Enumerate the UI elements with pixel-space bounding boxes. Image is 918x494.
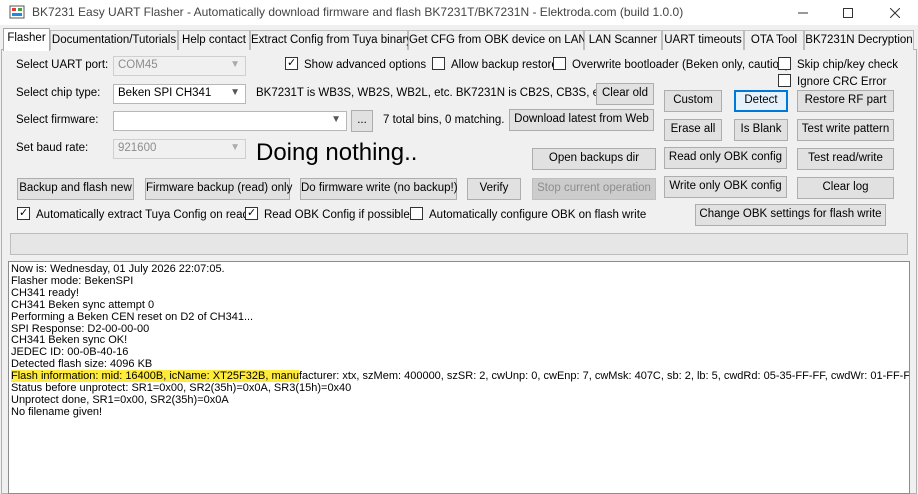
is-blank-button[interactable]: Is Blank	[734, 119, 788, 141]
checkbox-icon	[778, 74, 791, 87]
read-obk-config-button[interactable]: Read only OBK config	[664, 147, 787, 169]
title-bar: BK7231 Easy UART Flasher - Automatically…	[0, 0, 918, 25]
checkbox-icon	[17, 207, 30, 220]
chip-type-select[interactable]: Beken SPI CH341 ▼	[113, 84, 246, 104]
checkbox-icon	[245, 207, 258, 220]
log-line: CH341 ready!	[11, 286, 79, 299]
tab-flasher[interactable]: Flasher	[3, 28, 50, 51]
checkbox-label: Automatically configure OBK on flash wri…	[429, 209, 647, 221]
checkbox-icon	[778, 57, 791, 70]
custom-button[interactable]: Custom	[664, 90, 722, 112]
checkbox-label: Overwrite bootloader (Beken only, cautio…	[572, 59, 790, 71]
status-text: Doing nothing..	[256, 139, 418, 166]
test-read-write-button[interactable]: Test read/write	[797, 148, 894, 170]
window-title: BK7231 Easy UART Flasher - Automatically…	[32, 5, 684, 19]
firmware-label: Select firmware:	[16, 114, 99, 126]
uart-port-value: COM45	[118, 59, 158, 71]
read-obk-config-checkbox[interactable]: Read OBK Config if possible	[245, 207, 410, 221]
tab-documentation[interactable]: Documentation/Tutorials	[50, 30, 178, 50]
detect-button[interactable]: Detect	[734, 90, 788, 112]
verify-button[interactable]: Verify	[467, 178, 521, 200]
auto-extract-checkbox[interactable]: Automatically extract Tuya Config on rea…	[17, 207, 249, 221]
chip-type-label: Select chip type:	[16, 87, 101, 99]
checkbox-label: Show advanced options	[304, 59, 427, 71]
checkbox-label: Ignore CRC Error	[797, 76, 887, 88]
ignore-crc-checkbox[interactable]: Ignore CRC Error	[778, 74, 886, 88]
checkbox-label: Read OBK Config if possible	[264, 209, 410, 221]
checkbox-icon	[285, 57, 298, 70]
overwrite-bootloader-checkbox[interactable]: Overwrite bootloader (Beken only, cautio…	[553, 57, 789, 71]
chip-type-value: Beken SPI CH341	[118, 87, 212, 99]
browse-button[interactable]: ...	[351, 110, 373, 132]
log-line: Performing a Beken CEN reset on D2 of CH…	[11, 310, 254, 323]
checkbox-label: Automatically extract Tuya Config on rea…	[36, 209, 249, 221]
close-button[interactable]	[872, 0, 918, 25]
uart-port-select[interactable]: COM45 ▼	[113, 56, 246, 76]
log-line: Now is: Wednesday, 01 July 2026 22:07:05…	[11, 263, 225, 275]
auto-configure-checkbox[interactable]: Automatically configure OBK on flash wri…	[410, 207, 646, 221]
open-backups-button[interactable]: Open backups dir	[532, 148, 656, 170]
tab-uart-timeouts[interactable]: UART timeouts	[662, 30, 744, 50]
download-latest-button[interactable]: Download latest from Web	[509, 109, 654, 131]
bins-info-text: 7 total bins, 0 matching.	[383, 114, 505, 126]
write-obk-config-button[interactable]: Write only OBK config	[664, 176, 787, 198]
uart-port-label: Select UART port:	[16, 59, 109, 71]
tab-ota-tool[interactable]: OTA Tool	[744, 30, 804, 50]
tab-strip: Flasher Documentation/Tutorials Help con…	[0, 28, 918, 51]
log-text: facturer: xtx, szMem: 400000, szSR: 2, c…	[298, 370, 910, 383]
progress-bar	[10, 233, 908, 255]
tab-extract-config[interactable]: Extract Config from Tuya binary	[250, 30, 412, 50]
change-obk-settings-button[interactable]: Change OBK settings for flash write	[695, 204, 886, 226]
baud-rate-label: Set baud rate:	[16, 142, 89, 154]
tab-bk7231n-decryption[interactable]: BK7231N Decryption	[804, 30, 914, 50]
log-line: CH341 Beken sync OK!	[11, 334, 128, 347]
tab-help-contact[interactable]: Help contact	[178, 30, 250, 50]
baud-rate-select[interactable]: 921600 ▼	[113, 139, 246, 159]
checkbox-icon	[553, 57, 566, 70]
log-highlight: Flash information: mid: 16400B, icName: …	[11, 370, 299, 383]
log-output[interactable]: Now is: Wednesday, 01 July 2026 22:07:05…	[8, 261, 910, 494]
log-line: No filename given!	[11, 405, 103, 418]
firmware-backup-button[interactable]: Firmware backup (read) only	[145, 178, 292, 200]
restore-rf-button[interactable]: Restore RF part	[797, 90, 894, 112]
tab-get-cfg-obk[interactable]: Get CFG from OBK device on LAN	[408, 30, 587, 50]
log-line: SPI Response: D2-00-00-00	[11, 322, 150, 335]
maximize-button[interactable]	[825, 0, 871, 25]
checkbox-label: Skip chip/key check	[797, 59, 898, 71]
baud-rate-value: 921600	[118, 142, 157, 154]
chevron-down-icon: ▼	[331, 114, 341, 125]
log-line: Unprotect done, SR1=0x00, SR2(35h)=0x0A	[11, 393, 229, 406]
checkbox-icon	[432, 57, 445, 70]
stop-operation-button[interactable]: Stop current operation	[532, 178, 656, 200]
skip-chip-check-checkbox[interactable]: Skip chip/key check	[778, 57, 898, 71]
close-icon	[890, 7, 900, 18]
log-line: CH341 Beken sync attempt 0	[11, 298, 155, 311]
tab-lan-scanner[interactable]: LAN Scanner	[584, 30, 662, 50]
minimize-button[interactable]	[780, 0, 826, 25]
test-write-pattern-button[interactable]: Test write pattern	[797, 119, 894, 141]
chip-info-text: BK7231T is WB3S, WB2S, WB2L, etc. BK7231…	[256, 87, 608, 99]
checkbox-label: Allow backup restore	[451, 59, 558, 71]
clear-log-button[interactable]: Clear log	[797, 177, 894, 199]
chevron-down-icon: ▼	[230, 87, 240, 98]
clear-old-button[interactable]: Clear old	[596, 83, 654, 105]
show-advanced-checkbox[interactable]: Show advanced options	[285, 57, 426, 71]
app-icon	[9, 5, 25, 19]
firmware-write-button[interactable]: Do firmware write (no backup!)	[300, 178, 458, 200]
firmware-select[interactable]: ▼	[113, 111, 347, 131]
erase-all-button[interactable]: Erase all	[664, 119, 722, 141]
minimize-icon	[798, 12, 808, 13]
maximize-icon	[843, 7, 853, 18]
chevron-down-icon: ▼	[230, 142, 240, 153]
chevron-down-icon: ▼	[230, 59, 240, 70]
backup-and-flash-button[interactable]: Backup and flash new	[17, 178, 134, 200]
log-line: Flasher mode: BekenSPI	[11, 274, 134, 287]
allow-backup-restore-checkbox[interactable]: Allow backup restore	[432, 57, 558, 71]
checkbox-icon	[410, 207, 423, 220]
